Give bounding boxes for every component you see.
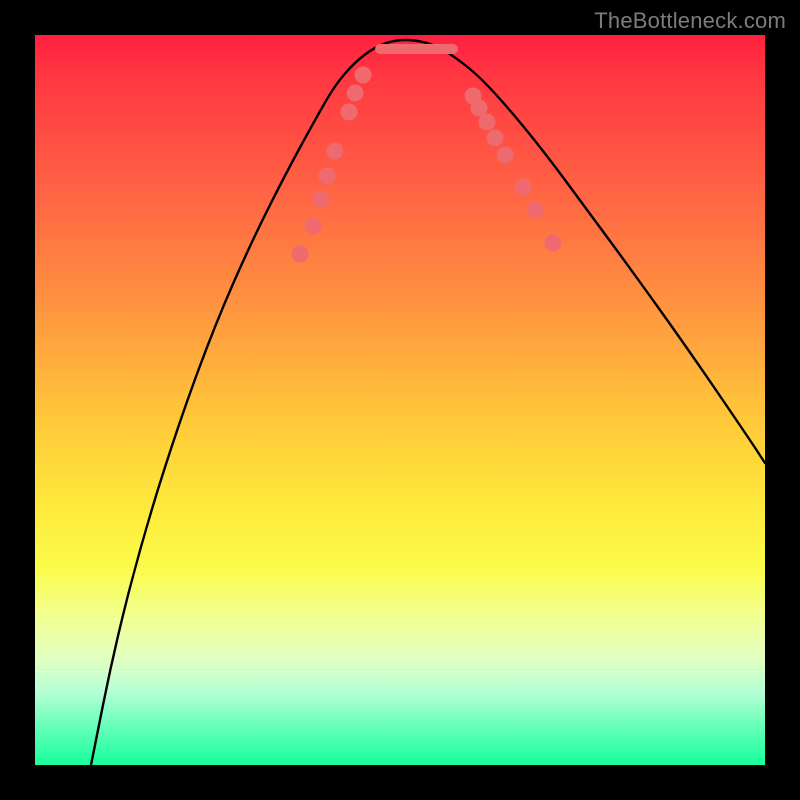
- bottleneck-curve-svg: [35, 35, 765, 765]
- highlight-dot: [497, 147, 514, 164]
- highlight-dot: [319, 168, 336, 185]
- highlight-dot: [355, 67, 372, 84]
- highlight-dot: [527, 202, 544, 219]
- plot-area: [35, 35, 765, 765]
- highlight-dot: [292, 246, 309, 263]
- highlight-dot: [341, 104, 358, 121]
- bottleneck-curve: [91, 40, 765, 765]
- watermark-text: TheBottleneck.com: [594, 8, 786, 34]
- highlight-dot: [327, 143, 344, 160]
- highlight-dot: [487, 130, 504, 147]
- highlight-dot: [479, 114, 496, 131]
- chart-frame: TheBottleneck.com: [0, 0, 800, 800]
- highlight-dot: [305, 218, 322, 235]
- highlight-dot: [515, 179, 532, 196]
- highlight-dot: [347, 85, 364, 102]
- highlight-dot: [313, 191, 330, 208]
- highlight-dot: [545, 235, 562, 252]
- highlight-dots: [292, 67, 562, 263]
